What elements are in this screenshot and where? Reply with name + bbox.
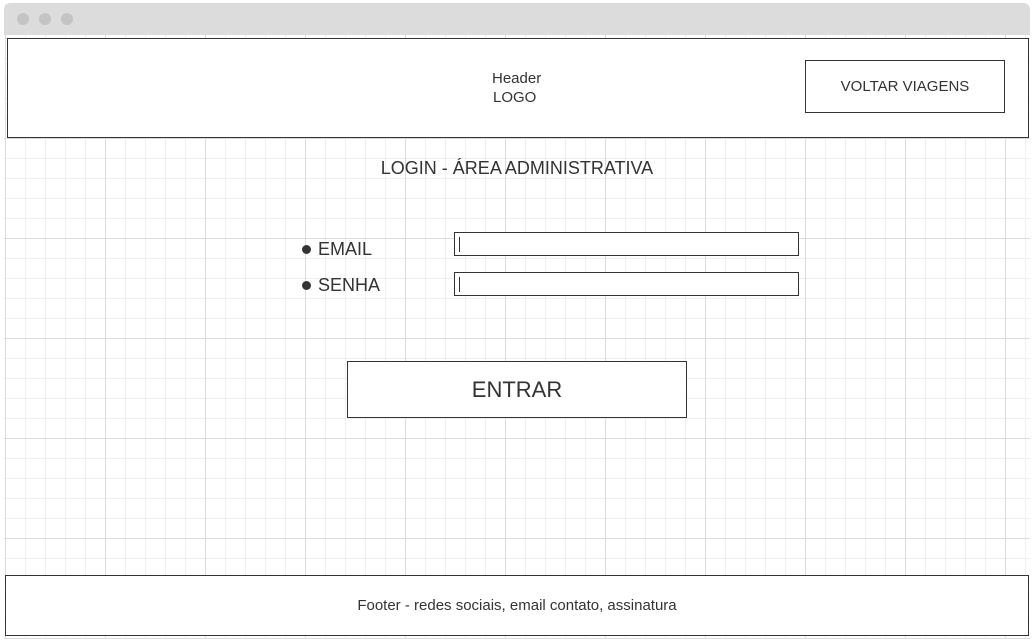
email-field[interactable] [454,232,799,256]
password-field[interactable] [454,272,799,296]
page-title: LOGIN - ÁREA ADMINISTRATIVA [380,158,654,178]
back-to-trips-button[interactable]: VOLTAR VIAGENS [805,60,1005,113]
email-label-text: EMAIL [318,239,373,259]
window-close-dot[interactable] [17,13,29,25]
browser-window: Header LOGO VOLTAR VIAGENS LOGIN - ÁREA … [4,3,1030,639]
window-maximize-dot[interactable] [61,13,73,25]
login-button[interactable]: ENTRAR [347,361,687,418]
page-footer: Footer - redes sociais, email contato, a… [5,575,1029,636]
page-header: Header LOGO VOLTAR VIAGENS [7,38,1029,138]
password-label: SENHA [302,275,380,296]
window-titlebar [4,3,1030,35]
header-title: Header [492,70,542,87]
password-label-text: SENHA [318,275,381,295]
email-label: EMAIL [302,239,372,260]
bullet-icon [302,245,311,254]
logo: LOGO [493,89,537,106]
text-cursor [459,277,460,292]
text-cursor [459,237,460,252]
window-minimize-dot[interactable] [39,13,51,25]
bullet-icon [302,281,311,290]
footer-text: Footer - redes sociais, email contato, a… [357,597,677,614]
